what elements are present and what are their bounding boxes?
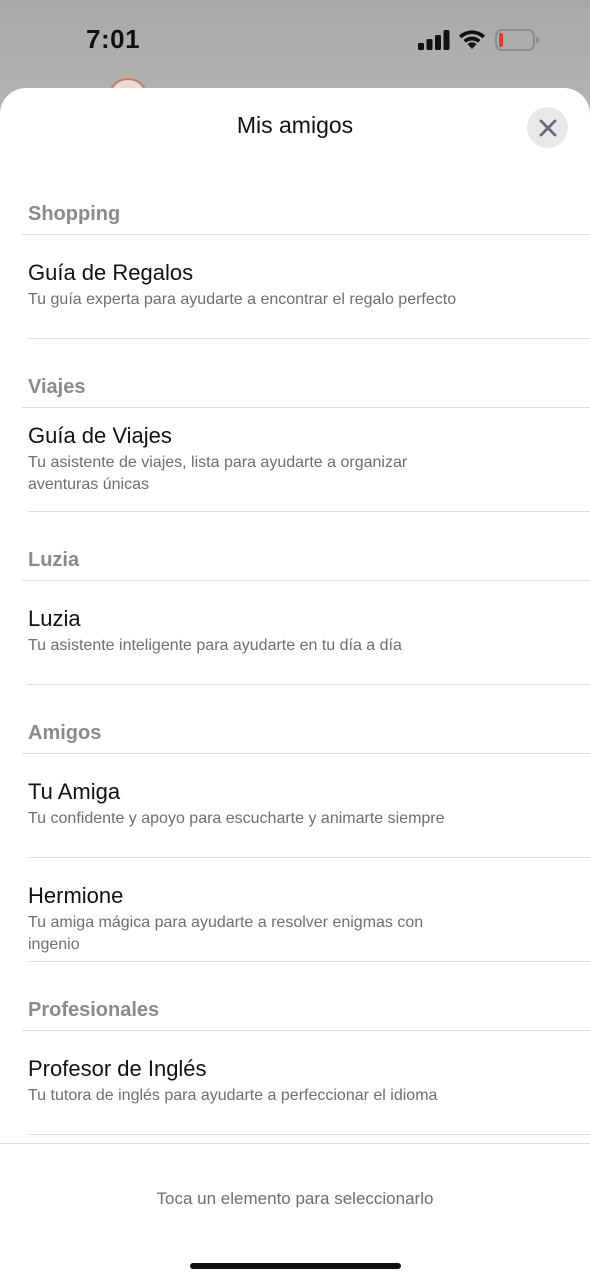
- divider: [28, 338, 590, 339]
- list-item-hermione[interactable]: Hermione Tu amiga mágica para ayudarte a…: [0, 858, 590, 961]
- signal-icon: [418, 30, 450, 50]
- section-header-luzia: Luzia: [28, 549, 80, 571]
- item-title: Guía de Viajes: [28, 423, 172, 448]
- item-title: Hermione: [28, 883, 124, 908]
- divider: [28, 1134, 590, 1135]
- item-description: Tu confidente y apoyo para escucharte y …: [28, 810, 445, 827]
- list-item-luzia[interactable]: Luzia Tu asistente inteligente para ayud…: [0, 581, 590, 684]
- divider: [28, 961, 590, 962]
- item-description: Tu asistente inteligente para ayudarte e…: [28, 637, 402, 654]
- item-title: Profesor de Inglés: [28, 1056, 207, 1081]
- close-icon: [539, 119, 556, 136]
- section-header-viajes: Viajes: [28, 376, 86, 398]
- status-bar: 7:01: [0, 0, 590, 80]
- item-title: Guía de Regalos: [28, 260, 194, 285]
- section-header-amigos: Amigos: [28, 722, 102, 744]
- wifi-icon: [459, 30, 485, 49]
- list-item-guia-viajes[interactable]: Guía de Viajes Tu asistente de viajes, l…: [0, 408, 590, 511]
- home-indicator[interactable]: [190, 1263, 401, 1269]
- list-item-profesor-ingles[interactable]: Profesor de Inglés Tu tutora de inglés p…: [0, 1031, 590, 1134]
- close-button[interactable]: [527, 107, 568, 148]
- item-description: Tu asistente de viajes, lista para ayuda…: [28, 454, 408, 493]
- section-header-shopping: Shopping: [28, 203, 121, 225]
- list-item-guia-regalos[interactable]: Guía de Regalos Tu guía experta para ayu…: [0, 235, 590, 338]
- status-time: 7:01: [86, 24, 141, 54]
- selection-hint: Toca un elemento para seleccionarlo: [156, 1189, 434, 1208]
- divider: [28, 511, 590, 512]
- item-description: Tu tutora de inglés para ayudarte a perf…: [28, 1087, 438, 1104]
- list-item-tu-amiga[interactable]: Tu Amiga Tu confidente y apoyo para escu…: [0, 754, 590, 857]
- friends-sheet: Mis amigos Shopping Guía de Regalos Tu g…: [0, 88, 590, 1280]
- footer-divider: [0, 1143, 590, 1144]
- divider: [28, 684, 590, 685]
- item-title: Tu Amiga: [28, 779, 121, 804]
- sheet-title: Mis amigos: [236, 112, 354, 138]
- section-header-profesionales: Profesionales: [28, 999, 160, 1021]
- item-description: Tu guía experta para ayudarte a encontra…: [28, 291, 457, 308]
- item-title: Luzia: [28, 606, 81, 631]
- battery-low-icon: [495, 29, 539, 51]
- item-description: Tu amiga mágica para ayudarte a resolver…: [28, 914, 424, 953]
